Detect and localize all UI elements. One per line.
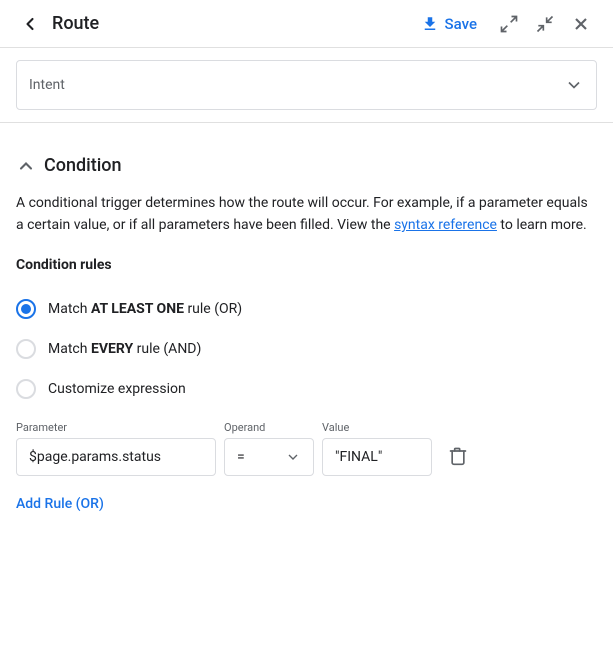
parameter-input[interactable] — [16, 438, 216, 476]
condition-header[interactable]: Condition — [16, 155, 597, 176]
operand-label: Operand — [224, 421, 314, 434]
header: Route Save — [0, 0, 613, 48]
condition-rules-title: Condition rules — [16, 257, 597, 273]
description-text-2: to learn more. — [497, 217, 587, 233]
radio-inner-or — [21, 304, 31, 314]
intent-section: Intent — [0, 48, 613, 123]
back-button[interactable] — [16, 10, 44, 38]
radio-item-or[interactable]: Match AT LEAST ONE rule (OR) — [16, 289, 597, 329]
condition-title: Condition — [44, 155, 122, 176]
expand-button[interactable] — [493, 8, 525, 40]
operand-value: = — [237, 449, 245, 465]
operand-field-group: Operand = — [224, 421, 314, 476]
radio-circle-custom — [16, 379, 36, 399]
rule-row: Parameter Operand = Value — [16, 421, 597, 476]
radio-circle-or — [16, 299, 36, 319]
close-button[interactable] — [565, 8, 597, 40]
operand-dropdown[interactable]: = — [224, 438, 314, 476]
spacer — [0, 123, 613, 155]
radio-group: Match AT LEAST ONE rule (OR) Match EVERY… — [16, 289, 597, 409]
header-actions — [493, 8, 597, 40]
delete-rule-button[interactable] — [440, 438, 476, 474]
save-button[interactable]: Save — [413, 11, 485, 37]
save-label: Save — [445, 15, 477, 33]
parameter-field-group: Parameter — [16, 421, 216, 476]
parameter-label: Parameter — [16, 421, 216, 434]
radio-circle-and — [16, 339, 36, 359]
radio-label-custom: Customize expression — [48, 381, 186, 397]
compress-button[interactable] — [529, 8, 561, 40]
condition-section: Condition A conditional trigger determin… — [0, 155, 613, 524]
radio-item-and[interactable]: Match EVERY rule (AND) — [16, 329, 597, 369]
value-field-group: Value — [322, 421, 432, 476]
intent-placeholder: Intent — [29, 77, 65, 93]
value-label: Value — [322, 421, 432, 434]
radio-label-and: Match EVERY rule (AND) — [48, 341, 201, 357]
condition-description: A conditional trigger determines how the… — [16, 192, 597, 237]
radio-item-custom[interactable]: Customize expression — [16, 369, 597, 409]
intent-dropdown[interactable]: Intent — [16, 60, 597, 110]
value-input[interactable] — [322, 438, 432, 476]
page-title: Route — [52, 13, 405, 34]
add-rule-button[interactable]: Add Rule (OR) — [16, 484, 104, 524]
syntax-reference-link[interactable]: syntax reference — [394, 217, 497, 233]
radio-label-or: Match AT LEAST ONE rule (OR) — [48, 301, 242, 317]
